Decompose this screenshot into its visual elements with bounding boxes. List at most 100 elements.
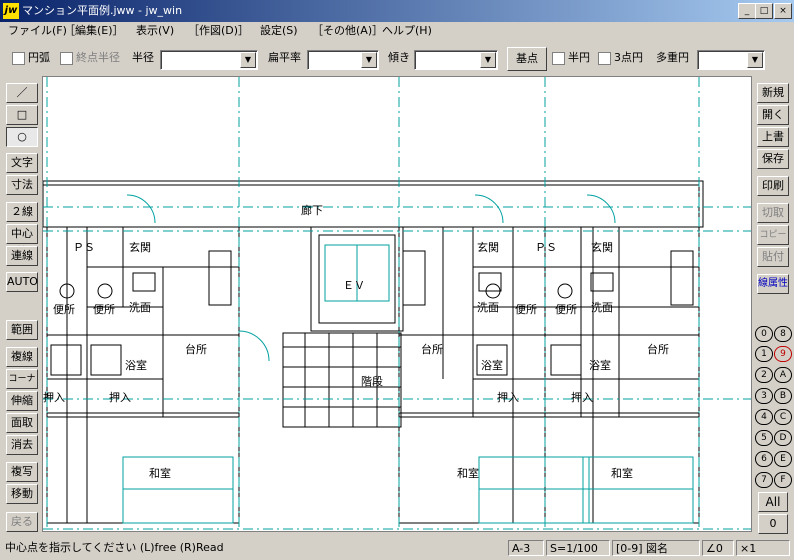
chevron-down-icon[interactable]: ▼ — [240, 52, 256, 68]
copy-button[interactable]: コピー — [757, 225, 789, 245]
offset-tool-button[interactable]: 複線 — [6, 347, 38, 367]
auto-tool-button[interactable]: AUTO — [6, 272, 38, 292]
maximize-button[interactable]: □ — [755, 3, 773, 19]
floor-plan-walls — [43, 180, 704, 524]
new-file-button[interactable]: 新規 — [757, 83, 789, 103]
minimize-button[interactable]: _ — [738, 3, 756, 19]
layer-9-button[interactable]: 9 — [774, 346, 792, 362]
dimension-tool-button[interactable]: 寸法 — [6, 175, 38, 195]
floor-plan-drawing: 廊下 ＥＶ 階段 ＰＳ 玄関 玄関 ＰＳ 玄関 便所 便所 洗面 洗面 便所 便… — [43, 77, 751, 531]
three-point-checkbox[interactable] — [598, 52, 611, 65]
layer-4-button[interactable]: 4 — [755, 409, 773, 425]
chevron-down-icon[interactable]: ▼ — [747, 52, 763, 68]
line-attribute-button[interactable]: 線属性 — [757, 274, 789, 294]
tilt-combo[interactable]: ▼ — [414, 50, 498, 70]
print-button[interactable]: 印刷 — [757, 176, 789, 196]
japanese-room-label-3: 和室 — [611, 466, 633, 480]
stairs-label: 階段 — [361, 374, 383, 388]
erase-tool-button[interactable]: 消去 — [6, 435, 38, 455]
bath-label-1: 浴室 — [125, 358, 147, 372]
overwrite-button[interactable]: 上書 — [757, 127, 789, 147]
multi-circle-combo[interactable]: ▼ — [697, 50, 765, 70]
layer-a-button[interactable]: A — [774, 367, 792, 383]
radius-label: 半径 — [132, 51, 154, 64]
connect-line-tool-button[interactable]: 連線 — [6, 246, 38, 266]
base-point-button[interactable]: 基点 — [507, 47, 547, 71]
layer-f-button[interactable]: F — [774, 472, 792, 488]
entrance-label-2: 玄関 — [477, 240, 499, 254]
menu-other[interactable]: ［その他(A)］ — [312, 24, 383, 38]
menu-draw[interactable]: ［作図(D)］ — [188, 24, 249, 38]
open-file-button[interactable]: 開く — [757, 105, 789, 125]
toilet-label-3: 便所 — [515, 303, 537, 316]
layer-0-button[interactable]: 0 — [755, 326, 773, 342]
menu-file[interactable]: ファイル(F) — [8, 24, 67, 38]
endpoint-radius-label: 終点半径 — [76, 51, 120, 64]
cut-button[interactable]: 切取 — [757, 203, 789, 223]
layer-8-button[interactable]: 8 — [774, 326, 792, 342]
corridor-label: 廊下 — [301, 203, 323, 217]
layer-group-zero-button[interactable]: 0 — [758, 514, 788, 534]
layer-e-button[interactable]: E — [774, 451, 792, 467]
layer-2-button[interactable]: 2 — [755, 367, 773, 383]
range-tool-button[interactable]: 範囲 — [6, 320, 38, 340]
layer-d-button[interactable]: D — [774, 430, 792, 446]
semicircle-checkbox[interactable] — [552, 52, 565, 65]
layer-b-button[interactable]: B — [774, 388, 792, 404]
chevron-down-icon[interactable]: ▼ — [361, 52, 377, 68]
closet-label-1: 押入 — [43, 390, 65, 404]
washroom-label-3: 洗面 — [591, 301, 613, 314]
rectangle-tool-button[interactable]: □ — [6, 105, 38, 125]
ps-label-2: ＰＳ — [535, 241, 557, 254]
layer-5-button[interactable]: 5 — [755, 430, 773, 446]
arc-checkbox[interactable] — [12, 52, 25, 65]
save-button[interactable]: 保存 — [757, 149, 789, 169]
entrance-label-3: 玄関 — [591, 240, 613, 254]
closet-label-4: 押入 — [571, 390, 593, 404]
move-tool-button[interactable]: 移動 — [6, 484, 38, 504]
layer-all-button[interactable]: All — [758, 492, 788, 512]
closet-label-2: 押入 — [109, 390, 131, 404]
status-layer[interactable]: [0-9] 図名 — [612, 540, 700, 556]
copy-tool-button[interactable]: 複写 — [6, 462, 38, 482]
toilet-label-1: 便所 — [53, 303, 75, 316]
washroom-label-1: 洗面 — [129, 301, 151, 314]
layer-7-button[interactable]: 7 — [755, 472, 773, 488]
flatness-label: 扁平率 — [268, 51, 301, 64]
layer-c-button[interactable]: C — [774, 409, 792, 425]
layer-3-button[interactable]: 3 — [755, 388, 773, 404]
chamfer-tool-button[interactable]: 面取 — [6, 413, 38, 433]
window-title: マンション平面例.jww - jw_win — [22, 4, 183, 17]
status-scale[interactable]: S=1/100 — [546, 540, 610, 556]
arc-label: 円弧 — [28, 51, 50, 64]
layer-1-button[interactable]: 1 — [755, 346, 773, 362]
stretch-tool-button[interactable]: 伸縮 — [6, 391, 38, 411]
line-tool-button[interactable]: ／ — [6, 83, 38, 103]
menu-settings[interactable]: 設定(S) — [260, 24, 298, 38]
status-multiplier[interactable]: ×1 — [736, 540, 790, 556]
drawing-canvas[interactable]: 廊下 ＥＶ 階段 ＰＳ 玄関 玄関 ＰＳ 玄関 便所 便所 洗面 洗面 便所 便… — [42, 76, 752, 532]
layer-6-button[interactable]: 6 — [755, 451, 773, 467]
double-line-tool-button[interactable]: ２線 — [6, 202, 38, 222]
corner-tool-button[interactable]: コーナー — [6, 369, 38, 402]
endpoint-radius-checkbox[interactable] — [60, 52, 73, 65]
menu-view[interactable]: 表示(V) — [136, 24, 174, 38]
text-tool-button[interactable]: 文字 — [6, 153, 38, 173]
flatness-combo[interactable]: ▼ — [307, 50, 379, 70]
washroom-label-2: 洗面 — [477, 301, 499, 314]
center-line-tool-button[interactable]: 中心線 — [6, 224, 38, 258]
status-angle[interactable]: ∠0 — [702, 540, 734, 556]
kitchen-label-3: 台所 — [647, 342, 669, 356]
closet-label-3: 押入 — [497, 390, 519, 404]
undo-tool-button[interactable]: 戻る — [6, 512, 38, 532]
radius-combo[interactable]: ▼ — [160, 50, 258, 70]
tilt-label: 傾き — [388, 51, 410, 64]
chevron-down-icon[interactable]: ▼ — [480, 52, 496, 68]
paste-button[interactable]: 貼付 — [757, 247, 789, 267]
circle-tool-button[interactable]: ○ — [6, 127, 38, 147]
menu-help[interactable]: ヘルプ(H) — [382, 24, 432, 38]
kitchen-label-1: 台所 — [185, 342, 207, 356]
title-bar: jw マンション平面例.jww - jw_win _ □ × — [0, 0, 794, 22]
menu-edit[interactable]: ［編集(E)］ — [64, 24, 124, 38]
close-button[interactable]: × — [774, 3, 792, 19]
